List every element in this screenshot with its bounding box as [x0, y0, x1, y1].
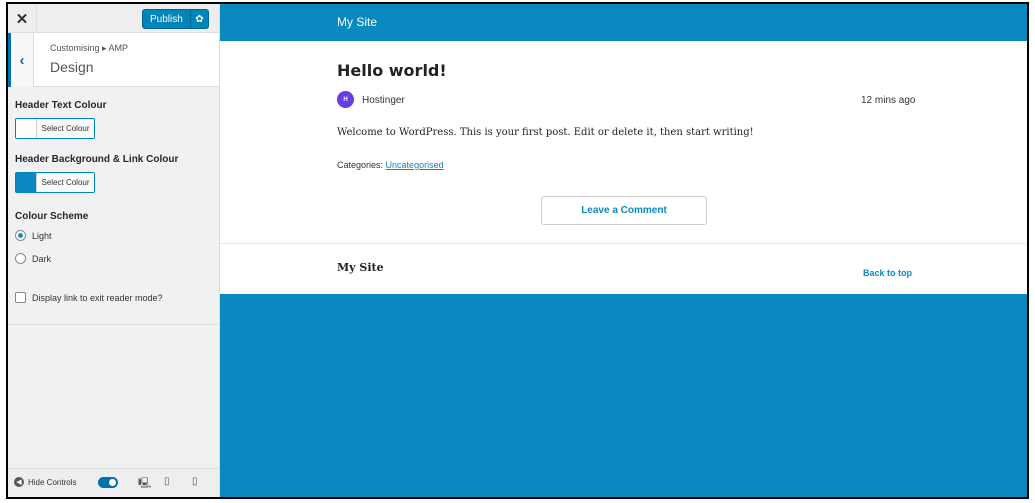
section-header: ‹ Customising ▸ AMP Design: [8, 33, 219, 87]
publish-label: Publish: [150, 13, 183, 25]
avatar: H: [337, 91, 354, 108]
publish-button[interactable]: Publish ✿: [142, 9, 209, 29]
exit-reader-mode-checkbox[interactable]: Display link to exit reader mode?: [15, 292, 163, 303]
chevron-left-icon: ‹: [19, 51, 25, 69]
close-icon: ✕: [15, 10, 29, 28]
radio-button[interactable]: [15, 253, 26, 264]
radio-label: Dark: [32, 253, 52, 264]
post-content: Hello world! H Hostinger 12 mins ago Wel…: [220, 41, 1027, 294]
post-time: 12 mins ago: [861, 95, 916, 106]
customizer-topbar: ✕ Publish ✿: [8, 4, 219, 33]
radio-label: Light: [32, 230, 52, 241]
post-title: Hello world!: [337, 61, 447, 80]
site-name-link[interactable]: My Site: [337, 15, 377, 29]
header-text-colour-label: Header Text Colour: [15, 100, 107, 111]
site-preview: My Site Hello world! H Hostinger 12 mins…: [220, 4, 1027, 497]
header-text-colour-picker[interactable]: Select Colour: [15, 118, 95, 139]
checkbox[interactable]: [15, 292, 26, 303]
hide-controls-button[interactable]: ◀ Hide Controls: [14, 477, 76, 487]
section-title: Design: [50, 59, 94, 75]
radio-selected-dot: [18, 233, 23, 238]
leave-comment-button[interactable]: Leave a Comment: [541, 196, 707, 225]
colour-scheme-dark-radio[interactable]: Dark: [15, 253, 51, 264]
hide-controls-toggle[interactable]: [98, 477, 118, 488]
categories-label: Categories:: [337, 160, 384, 170]
breadcrumb: Customising ▸ AMP: [50, 43, 129, 53]
color-swatch: [16, 173, 37, 192]
back-button[interactable]: ‹: [8, 33, 34, 87]
collapse-icon: ◀: [14, 477, 24, 487]
hide-controls-label: Hide Controls: [28, 477, 77, 487]
header-bg-link-colour-picker[interactable]: Select Colour: [15, 172, 95, 193]
tablet-icon[interactable]: ▯: [164, 476, 170, 487]
post-categories: Categories: Uncategorised: [337, 160, 444, 170]
checkbox-label: Display link to exit reader mode?: [32, 292, 163, 303]
category-link[interactable]: Uncategorised: [386, 160, 444, 170]
colour-scheme-label: Colour Scheme: [15, 211, 89, 222]
customizer-window: ✕ Publish ✿ ‹ Customising ▸ AMP Design H…: [6, 2, 1029, 499]
desktop-icon[interactable]: 🖳: [138, 476, 151, 493]
select-colour-label: Select Colour: [37, 119, 94, 138]
gear-icon[interactable]: ✿: [190, 10, 208, 28]
footer-site-name: My Site: [337, 261, 384, 274]
post-author: Hostinger: [362, 95, 405, 106]
colour-scheme-light-radio[interactable]: Light: [15, 230, 52, 241]
select-colour-label: Select Colour: [37, 173, 94, 192]
site-footer: My Site Back to top: [220, 243, 1027, 294]
site-header: My Site: [220, 4, 1027, 41]
back-to-top-link[interactable]: Back to top: [863, 268, 912, 278]
radio-button[interactable]: [15, 230, 26, 241]
header-bg-link-colour-label: Header Background & Link Colour: [15, 154, 179, 165]
post-body: Welcome to WordPress. This is your first…: [337, 127, 754, 138]
divider: [8, 324, 219, 325]
close-button[interactable]: ✕: [8, 4, 37, 33]
customizer-sidebar: ✕ Publish ✿ ‹ Customising ▸ AMP Design H…: [8, 4, 220, 497]
customizer-footer: ◀ Hide Controls 🖳 ▯ ▯: [8, 468, 219, 497]
mobile-icon[interactable]: ▯: [192, 476, 198, 487]
color-swatch: [16, 119, 37, 138]
